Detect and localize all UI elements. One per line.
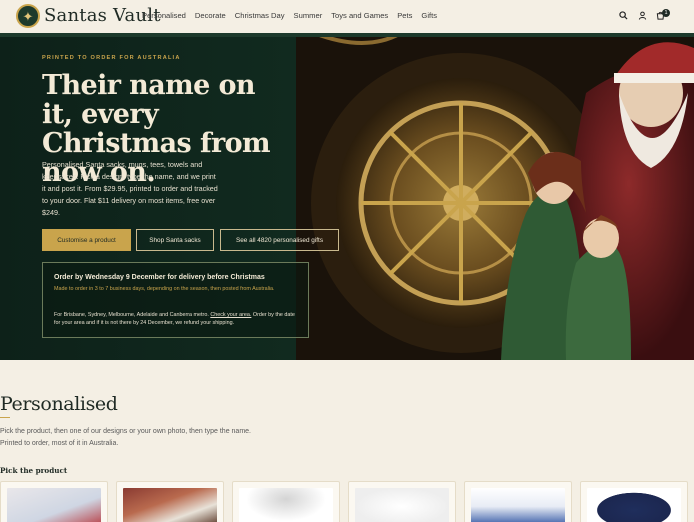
nav-toys-and-games[interactable]: Toys and Games	[331, 11, 388, 20]
delivery-notice: Order by Wednesday 9 December for delive…	[42, 262, 309, 338]
notice-metro-text: For Brisbane, Sydney, Melbourne, Adelaid…	[54, 311, 302, 327]
product-card-necklace[interactable]	[232, 481, 340, 522]
hero-body-text: Personalised Santa sacks, mugs, tees, to…	[42, 160, 218, 217]
hero-top-rule	[0, 33, 694, 37]
hero-eyebrow: PRINTED TO ORDER FOR AUSTRALIA	[42, 55, 181, 61]
product-thumb-tshirt	[587, 488, 681, 522]
section-title-underline	[0, 417, 10, 418]
product-card-ornament[interactable]	[116, 481, 224, 522]
product-cards	[0, 481, 694, 522]
search-icon[interactable]	[618, 11, 629, 22]
site-header: ✦ Santas Vault Personalised Decorate Chr…	[0, 0, 694, 33]
customise-product-button[interactable]: Customise a product	[42, 229, 131, 251]
shop-santa-sacks-button[interactable]: Shop Santa sacks	[136, 229, 214, 251]
vault-illustration	[296, 33, 694, 360]
notice-subtitle: Made to order in 3 to 7 business days, d…	[54, 286, 275, 292]
notice-metro-prefix: For Brisbane, Sydney, Melbourne, Adelaid…	[54, 312, 209, 318]
product-thumb-mug	[355, 488, 449, 522]
main-nav: Personalised Decorate Christmas Day Summ…	[142, 11, 446, 20]
product-thumb-necklace	[239, 488, 333, 522]
product-thumb-towel	[471, 488, 565, 522]
nav-decorate[interactable]: Decorate	[195, 11, 226, 20]
product-card-mug[interactable]	[348, 481, 456, 522]
nav-christmas-day[interactable]: Christmas Day	[235, 11, 285, 20]
section-title: Personalised	[0, 393, 118, 415]
logo-star-icon[interactable]: ✦	[16, 4, 40, 28]
nav-summer[interactable]: Summer	[294, 11, 323, 20]
cart-count-badge: 1	[662, 9, 670, 17]
section-description-line2: Printed to order, most of it in Australi…	[0, 440, 119, 447]
nav-personalised[interactable]: Personalised	[142, 11, 186, 20]
pick-product-label: Pick the product	[0, 466, 68, 475]
hero-banner: PRINTED TO ORDER FOR AUSTRALIA Their nam…	[0, 33, 694, 360]
section-description: Pick the product, then one of our design…	[0, 426, 300, 450]
product-card-tshirt[interactable]	[580, 481, 688, 522]
account-icon[interactable]	[637, 11, 648, 22]
nav-pets[interactable]: Pets	[397, 11, 412, 20]
product-card-santa-sack[interactable]	[0, 481, 108, 522]
product-thumb-santa-sack	[7, 488, 101, 522]
hero-image-santa-vault	[296, 33, 694, 360]
product-card-towel[interactable]	[464, 481, 572, 522]
product-thumb-ornament	[123, 488, 217, 522]
nav-gifts[interactable]: Gifts	[421, 11, 437, 20]
see-all-gifts-button[interactable]: See all 4820 personalised gifts	[220, 229, 339, 251]
check-your-area-link[interactable]: Check your area.	[210, 312, 251, 318]
section-description-line1: Pick the product, then one of our design…	[0, 428, 251, 435]
notice-title: Order by Wednesday 9 December for delive…	[54, 274, 265, 281]
